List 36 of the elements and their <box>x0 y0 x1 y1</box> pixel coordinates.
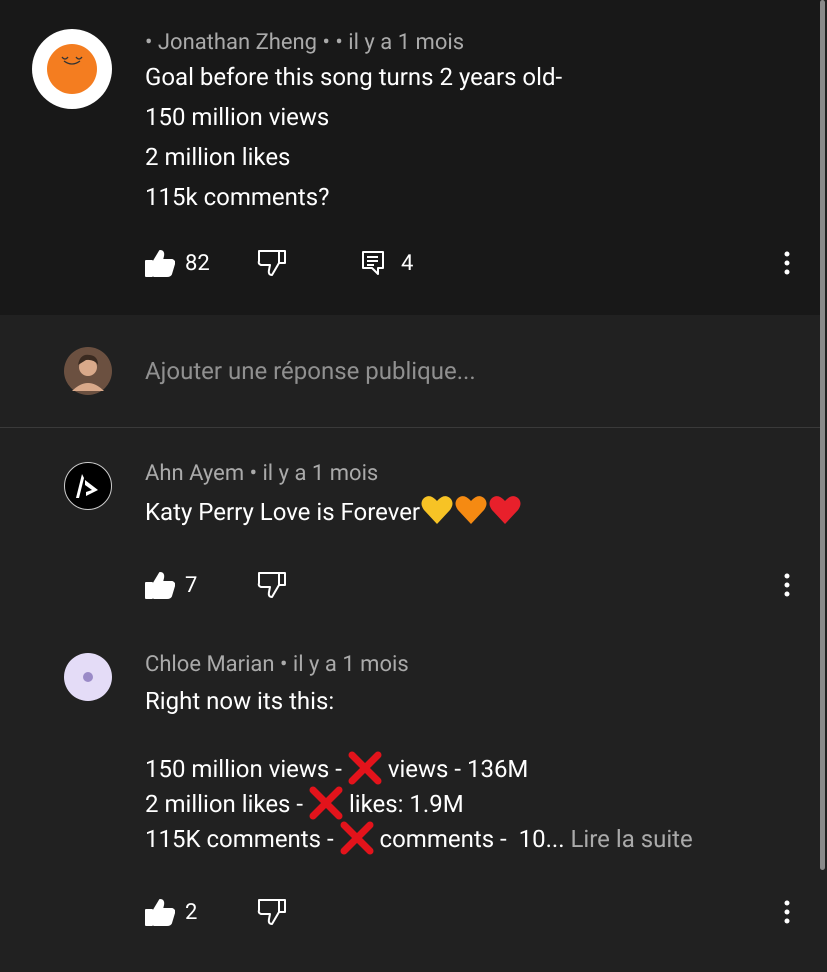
comment-meta: Ahn Ayem • il y a 1 mois <box>145 460 380 488</box>
cross-icon <box>340 821 374 855</box>
comment-text: 150 million views - views - 136M <box>145 751 820 786</box>
thumbs-down-icon[interactable] <box>257 249 287 277</box>
reply-count: 4 <box>401 250 414 278</box>
comment-meta: • Jonathan Zheng • • il y a 1 mois <box>145 29 466 57</box>
avatar-icon <box>64 462 112 510</box>
reply-icon[interactable] <box>361 250 385 276</box>
cross-icon <box>348 751 382 785</box>
avatar-icon <box>32 29 112 109</box>
more-options-icon[interactable] <box>784 251 790 275</box>
comment-text: 115K comments - comments - 10... Lire la suite <box>145 821 820 856</box>
thumbs-up-icon[interactable] <box>145 898 175 926</box>
comment-text: 115k comments? <box>145 182 330 213</box>
more-options-icon[interactable] <box>784 900 790 924</box>
like-count: 82 <box>185 250 210 278</box>
thumbs-up-icon[interactable] <box>145 249 175 277</box>
thumbs-down-icon[interactable] <box>257 571 287 599</box>
like-count: 7 <box>185 572 198 600</box>
more-options-icon[interactable] <box>784 573 790 597</box>
cross-icon <box>308 786 343 820</box>
scrollbar[interactable] <box>820 0 825 870</box>
avatar-icon <box>64 653 112 701</box>
user-avatar-icon <box>64 347 112 395</box>
comment-text: Katy Perry Love is Forever <box>145 494 820 529</box>
comment-text: Right now its this: <box>145 686 336 717</box>
comment-text: Goal before this song turns 2 years old- <box>145 62 564 93</box>
read-more-link[interactable]: Lire la suite <box>564 825 693 853</box>
comment-text: 2 million likes - likes: 1.9M <box>145 786 820 821</box>
comment-meta: Chloe Marian • il y a 1 mois <box>145 651 410 679</box>
reply-field[interactable]: Ajouter une réponse publique... <box>145 353 820 389</box>
like-count: 2 <box>185 898 198 926</box>
comment-text: 150 million views <box>145 102 330 133</box>
thumbs-up-icon[interactable] <box>145 571 175 599</box>
thumbs-down-icon[interactable] <box>257 898 287 926</box>
comment-text: 2 million likes <box>145 142 292 173</box>
